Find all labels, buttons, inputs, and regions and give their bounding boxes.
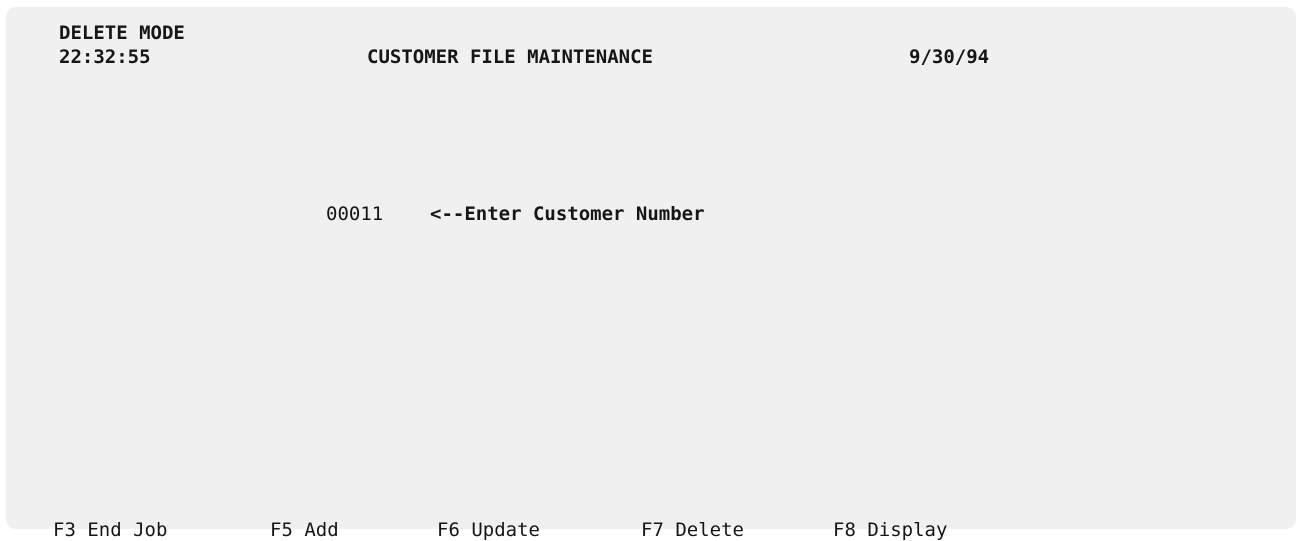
current-time: 22:32:55	[59, 46, 151, 68]
mode-indicator: DELETE MODE	[59, 22, 185, 44]
current-date: 9/30/94	[909, 46, 990, 68]
terminal-screen: DELETE MODE 22:32:55 CUSTOMER FILE MAINT…	[6, 7, 1296, 529]
f6-update-key[interactable]: F6 Update	[437, 519, 540, 541]
f7-delete-key[interactable]: F7 Delete	[641, 519, 744, 541]
f5-add-key[interactable]: F5 Add	[270, 519, 339, 541]
screen-title: CUSTOMER FILE MAINTENANCE	[367, 46, 653, 68]
f8-display-key[interactable]: F8 Display	[833, 519, 947, 541]
customer-number-input[interactable]	[326, 203, 392, 225]
f3-end-job-key[interactable]: F3 End Job	[53, 519, 167, 541]
customer-number-prompt: <--Enter Customer Number	[430, 203, 705, 225]
